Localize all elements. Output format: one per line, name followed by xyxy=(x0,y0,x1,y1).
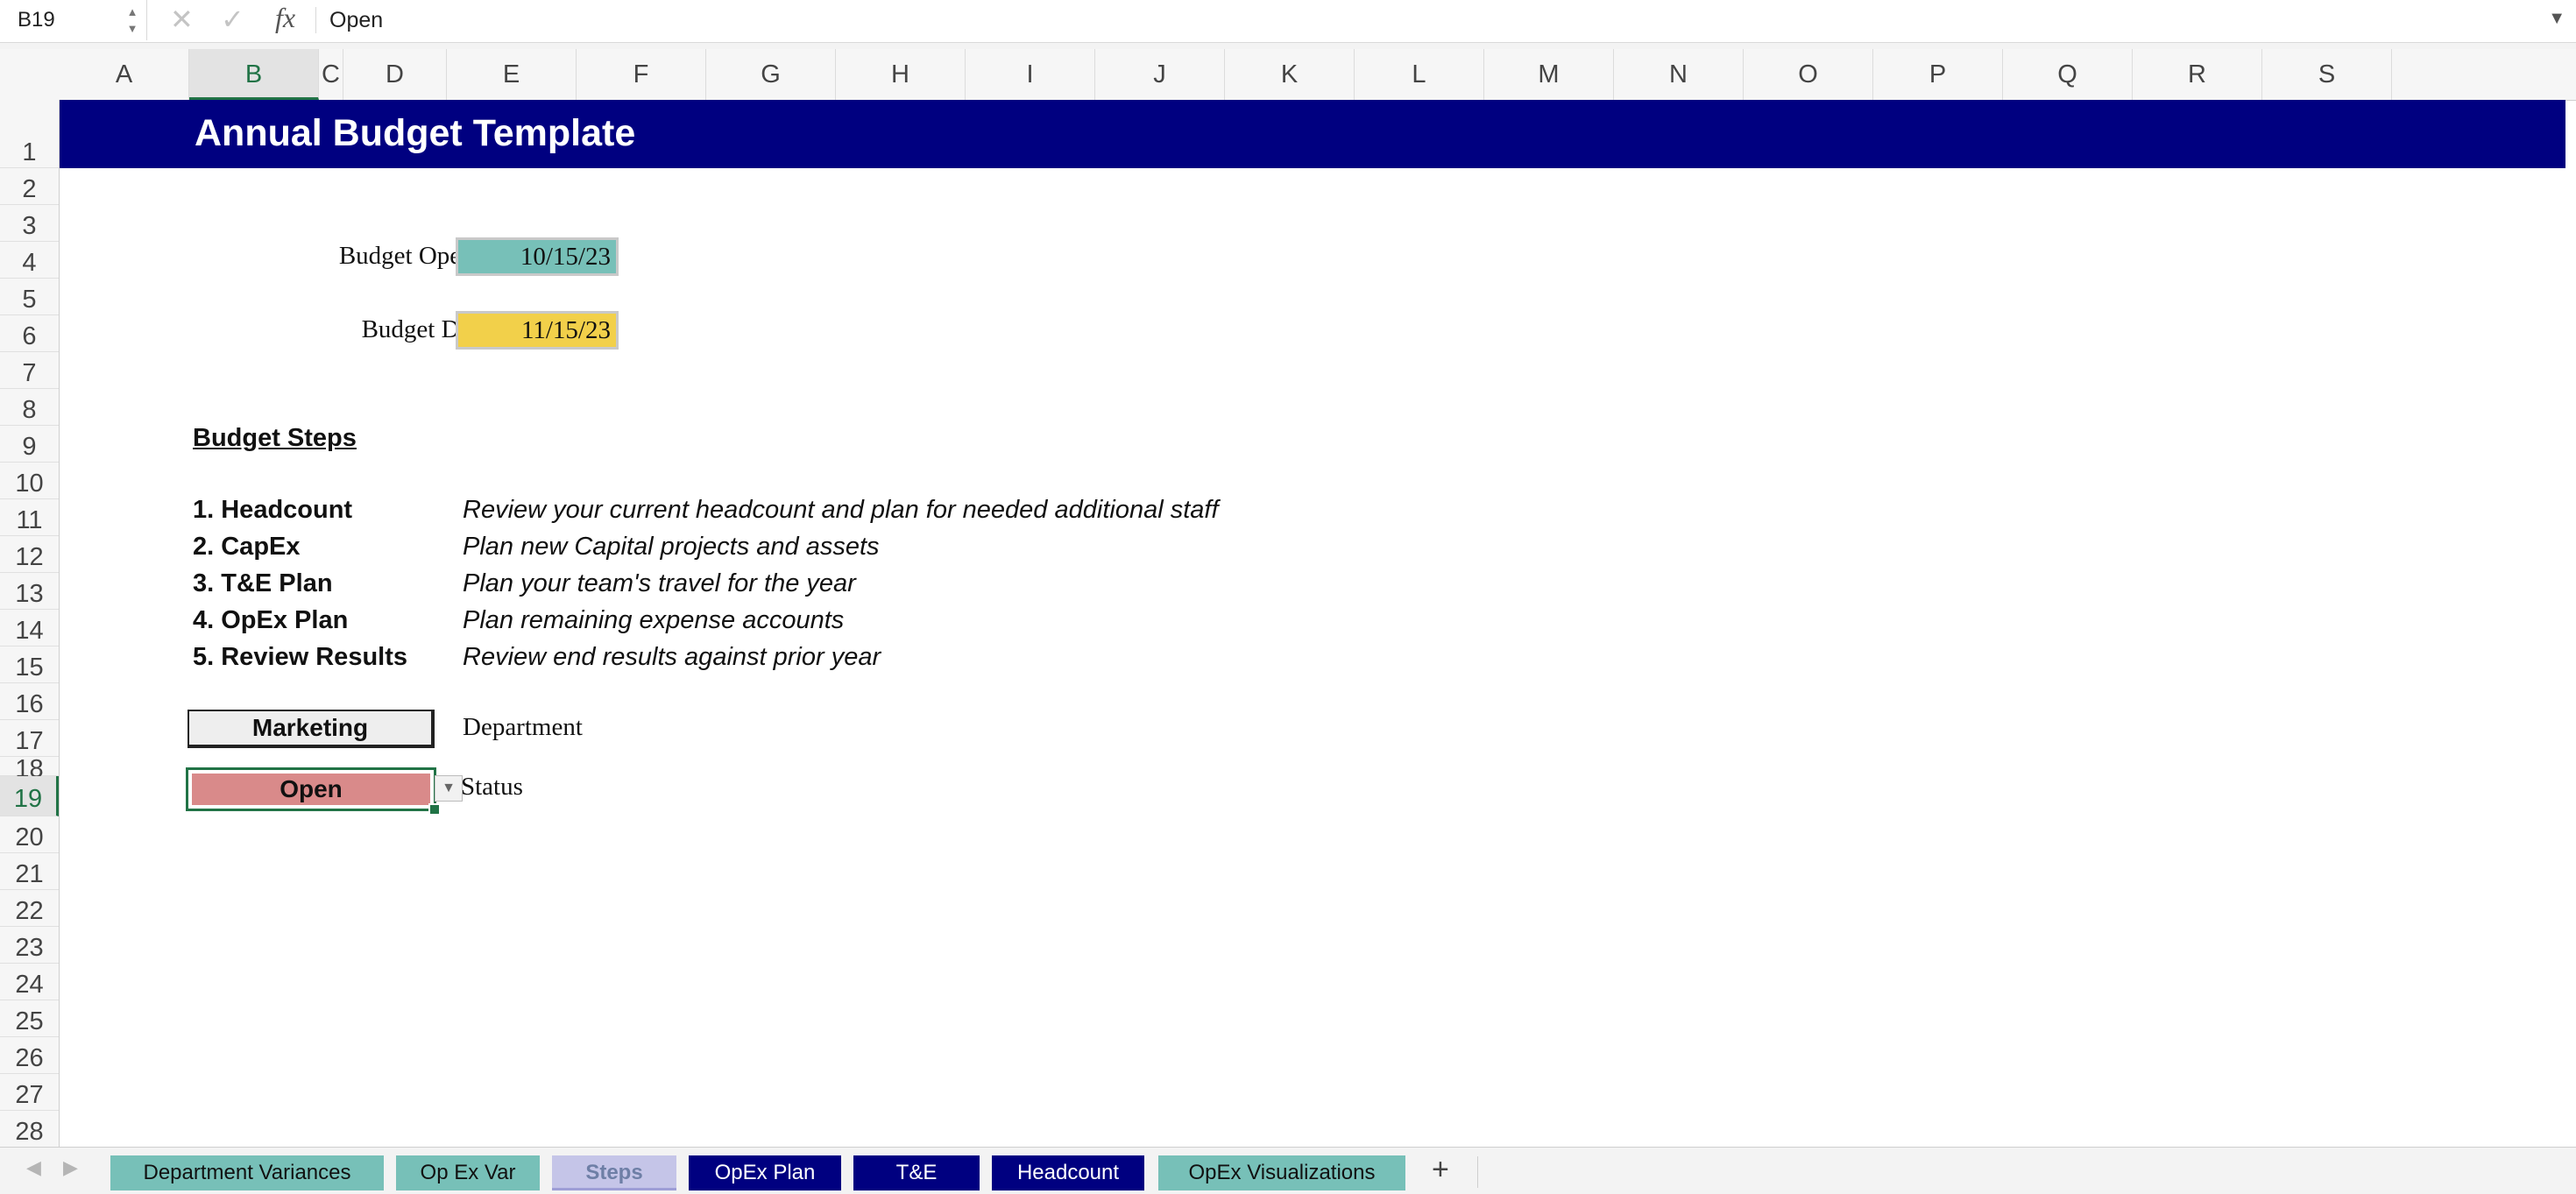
column-header[interactable]: H xyxy=(836,49,966,100)
column-header[interactable]: G xyxy=(706,49,836,100)
status-dropdown-icon[interactable]: ▼ xyxy=(435,775,463,802)
status-value[interactable]: Open xyxy=(192,774,430,805)
tab-steps[interactable]: Steps xyxy=(552,1155,676,1190)
tab-department-variances[interactable]: Department Variances xyxy=(110,1155,384,1190)
tab-te[interactable]: T&E xyxy=(853,1155,980,1190)
row-header[interactable]: 1 xyxy=(0,100,59,168)
step-description: Plan new Capital projects and assets xyxy=(463,533,880,561)
row-header[interactable]: 25 xyxy=(0,1000,59,1037)
step-name: 2. CapEx xyxy=(193,533,301,561)
row-header[interactable]: 5 xyxy=(0,279,59,315)
cancel-icon[interactable]: ✕ xyxy=(170,3,194,36)
row-header[interactable]: 17 xyxy=(0,720,59,757)
step-name: 4. OpEx Plan xyxy=(193,606,349,634)
insert-function-icon[interactable]: fx xyxy=(275,2,295,34)
title-band: Annual Budget Template xyxy=(60,100,2565,168)
row-header[interactable]: 6 xyxy=(0,315,59,352)
column-header[interactable]: J xyxy=(1095,49,1225,100)
budget-opens-cell[interactable]: 10/15/23 xyxy=(456,237,619,276)
tab-bar-divider xyxy=(1477,1156,1478,1188)
row-header[interactable]: 15 xyxy=(0,646,59,683)
row-header[interactable]: 21 xyxy=(0,853,59,890)
row-header[interactable]: 16 xyxy=(0,683,59,720)
budget-opens-label: Budget Opens: xyxy=(338,242,491,270)
column-header[interactable]: A xyxy=(60,49,189,100)
row-header[interactable]: 18 xyxy=(0,757,59,782)
row-header[interactable]: 11 xyxy=(0,499,59,536)
step-name: 1. Headcount xyxy=(193,496,353,524)
step-description: Review your current headcount and plan f… xyxy=(463,496,1219,524)
column-header[interactable]: B xyxy=(189,49,319,100)
row-header[interactable]: 24 xyxy=(0,964,59,1000)
formula-bar: B19 ▲ ▼ ✕ ✓ fx Open ▼ xyxy=(0,0,2576,43)
row-header[interactable]: 13 xyxy=(0,573,59,610)
page-title: Annual Budget Template xyxy=(195,112,636,154)
column-headers: ABCDEFGHIJKLMNOPQRS xyxy=(0,49,2576,101)
row-header[interactable]: 8 xyxy=(0,389,59,426)
column-header[interactable]: L xyxy=(1355,49,1484,100)
tab-opex-visualizations[interactable]: OpEx Visualizations xyxy=(1158,1155,1405,1190)
formula-bar-divider xyxy=(315,7,316,33)
step-name: 3. T&E Plan xyxy=(193,569,333,597)
step-description: Review end results against prior year xyxy=(463,643,881,671)
status-cell[interactable]: Open xyxy=(186,767,441,816)
formula-input[interactable]: Open xyxy=(329,8,383,33)
row-headers: 1 2 3 4 5 6 7 8 9 10 11 12 13 14 15 16 17 18 19 20 21 22 23 24 2… xyxy=(0,100,60,1147)
row-header[interactable]: 4 xyxy=(0,242,59,279)
row-header[interactable]: 7 xyxy=(0,352,59,389)
step-name: 5. Review Results xyxy=(193,643,407,671)
column-header[interactable]: D xyxy=(343,49,447,100)
step-description: Plan remaining expense accounts xyxy=(463,606,845,634)
department-label: Department xyxy=(463,713,583,741)
budget-due-cell[interactable]: 11/15/23 xyxy=(456,311,619,350)
add-sheet-icon[interactable]: + xyxy=(1432,1153,1449,1187)
row-header[interactable]: 22 xyxy=(0,890,59,927)
sheet-tab-bar: ◀ ▶ Department Variances Op Ex Var Steps… xyxy=(0,1147,2576,1194)
step-description: Plan your team's travel for the year xyxy=(463,569,856,597)
tab-op-ex-var[interactable]: Op Ex Var xyxy=(396,1155,540,1190)
budget-steps-heading: Budget Steps xyxy=(193,424,357,452)
row-header[interactable]: 12 xyxy=(0,536,59,573)
row-header[interactable]: 3 xyxy=(0,205,59,242)
budget-due-label: Budget Due: xyxy=(361,315,491,343)
row-header[interactable]: 2 xyxy=(0,168,59,205)
column-header[interactable]: N xyxy=(1614,49,1744,100)
row-header[interactable]: 26 xyxy=(0,1037,59,1074)
confirm-icon[interactable]: ✓ xyxy=(221,3,244,36)
status-label: Status xyxy=(461,773,523,801)
column-header[interactable]: P xyxy=(1873,49,2003,100)
row-header[interactable]: 10 xyxy=(0,463,59,499)
row-header[interactable]: 9 xyxy=(0,426,59,463)
next-sheet-icon[interactable]: ▶ xyxy=(63,1156,78,1179)
column-header[interactable]: F xyxy=(577,49,706,100)
expand-formula-bar-icon[interactable]: ▼ xyxy=(2548,9,2565,29)
row-header[interactable]: 23 xyxy=(0,927,59,964)
department-cell[interactable]: Marketing xyxy=(188,710,435,748)
name-box-stepper-icon[interactable]: ▲ ▼ xyxy=(125,4,139,37)
row-header[interactable]: 27 xyxy=(0,1074,59,1111)
name-box[interactable]: B19 ▲ ▼ xyxy=(0,0,147,40)
column-header[interactable]: E xyxy=(447,49,577,100)
fill-handle[interactable] xyxy=(428,803,441,816)
worksheet-grid[interactable]: Annual Budget Template Budget Opens: 10/… xyxy=(60,100,2576,1147)
column-header[interactable]: C xyxy=(319,49,343,100)
column-header[interactable]: R xyxy=(2133,49,2262,100)
column-header[interactable]: Q xyxy=(2003,49,2133,100)
column-header[interactable]: I xyxy=(966,49,1095,100)
cell-reference[interactable]: B19 xyxy=(18,8,55,32)
tab-headcount[interactable]: Headcount xyxy=(992,1155,1144,1190)
column-header[interactable]: O xyxy=(1744,49,1873,100)
row-header[interactable]: 28 xyxy=(0,1111,59,1147)
toolbar-gap xyxy=(0,43,2576,49)
column-header[interactable]: S xyxy=(2262,49,2392,100)
previous-sheet-icon[interactable]: ◀ xyxy=(26,1156,41,1179)
row-header[interactable]: 19 xyxy=(0,776,59,816)
column-header[interactable]: K xyxy=(1225,49,1355,100)
row-header[interactable]: 14 xyxy=(0,610,59,646)
row-header[interactable]: 20 xyxy=(0,816,59,853)
tab-opex-plan[interactable]: OpEx Plan xyxy=(689,1155,841,1190)
column-header[interactable]: M xyxy=(1484,49,1614,100)
